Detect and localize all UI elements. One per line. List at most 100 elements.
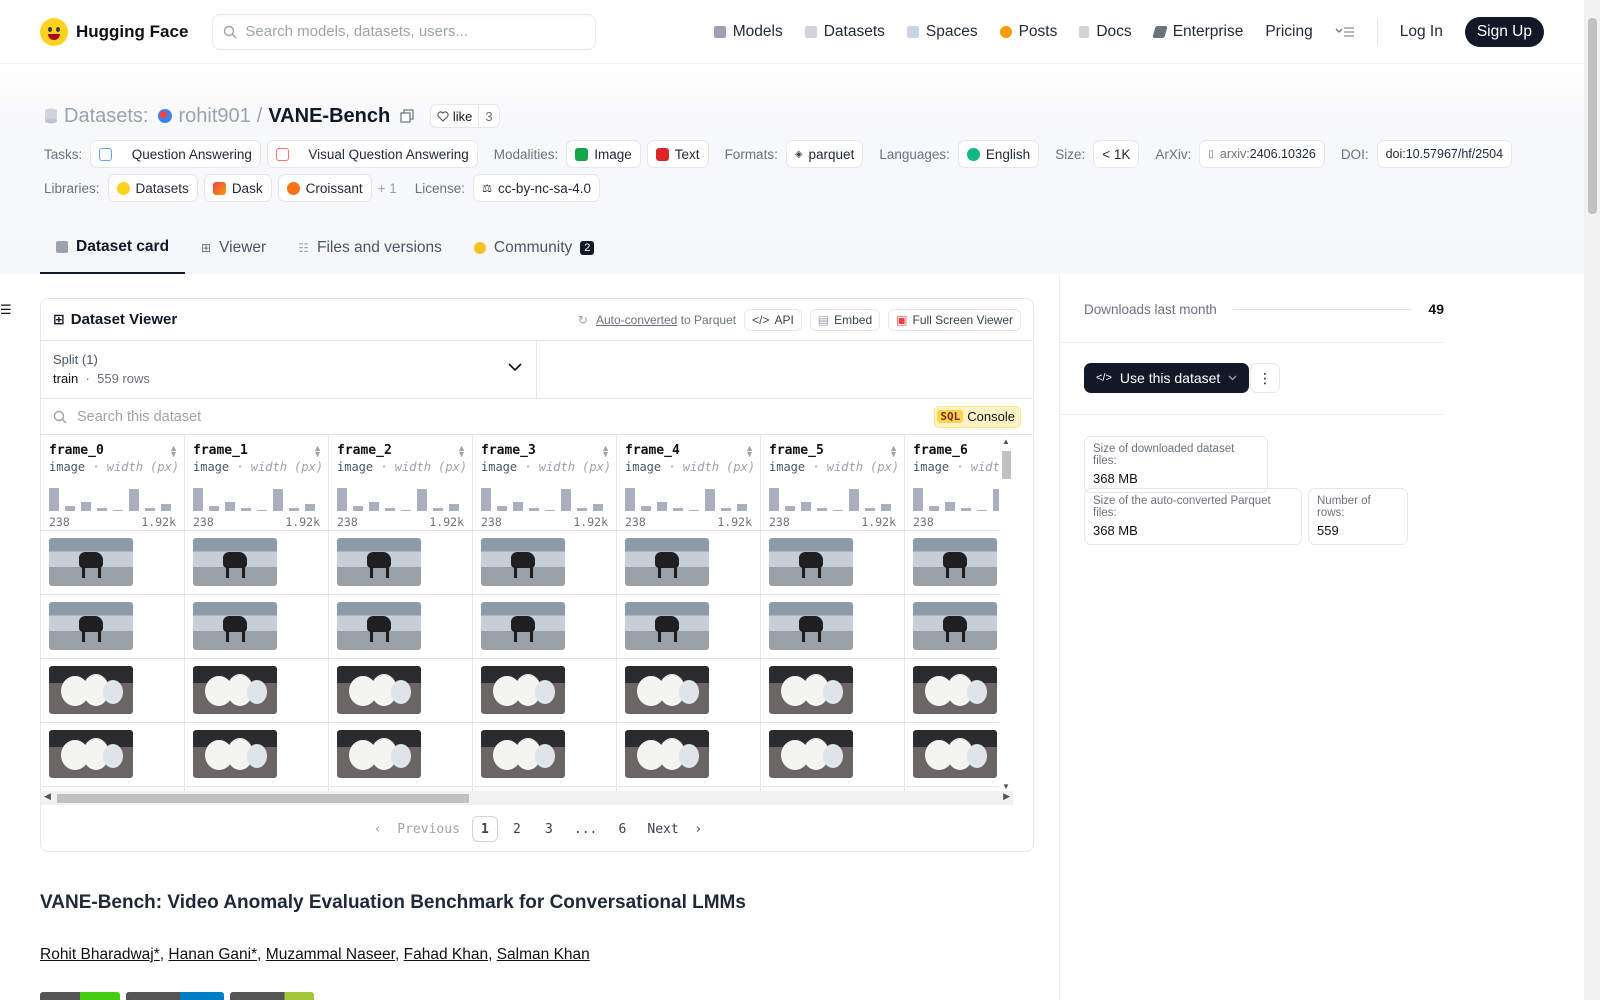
frame-thumbnail[interactable]: [49, 602, 133, 650]
sort-icon[interactable]: ▲ ▼: [745, 444, 754, 459]
page-2-button[interactable]: 2: [504, 816, 530, 842]
global-search[interactable]: [212, 13, 597, 50]
histogram-bar[interactable]: [785, 506, 795, 511]
histogram-bar[interactable]: [625, 488, 635, 511]
histogram-bar[interactable]: [737, 504, 747, 511]
tag-parquet[interactable]: ◈ parquet: [785, 140, 864, 168]
tag-visual-question-answering[interactable]: Visual Question Answering: [266, 140, 478, 168]
column-header[interactable]: frame_1 image · width (px) ▲ ▼ 238 1.92k: [185, 435, 329, 531]
table-cell[interactable]: [473, 723, 617, 787]
histogram-bar[interactable]: [673, 508, 683, 511]
sort-icon[interactable]: ▲ ▼: [457, 444, 466, 459]
sort-icon[interactable]: ▲ ▼: [601, 444, 610, 459]
histogram-bar[interactable]: [529, 508, 539, 511]
tag-question-answering[interactable]: Question Answering: [90, 140, 261, 168]
previous-page-button[interactable]: ‹ Previous: [368, 816, 466, 842]
tag-arxiv[interactable]: ▯ arxiv: 2406.10326: [1199, 140, 1325, 168]
author-link[interactable]: Salman Khan: [497, 946, 590, 963]
histogram-bar[interactable]: [689, 510, 699, 511]
table-cell[interactable]: [473, 659, 617, 723]
frame-thumbnail[interactable]: [193, 602, 277, 650]
table-cell[interactable]: [329, 531, 473, 595]
frame-thumbnail[interactable]: [625, 730, 709, 778]
frame-thumbnail[interactable]: [481, 602, 565, 650]
histogram-bar[interactable]: [721, 508, 731, 511]
frame-thumbnail[interactable]: [769, 730, 853, 778]
table-cell[interactable]: [761, 531, 905, 595]
histogram-bar[interactable]: [97, 508, 107, 511]
tag-croissant[interactable]: Croissant: [277, 174, 372, 202]
horizontal-scroll-thumb[interactable]: [57, 794, 469, 803]
github-badge[interactable]: [126, 992, 224, 1000]
global-search-input[interactable]: [245, 23, 566, 40]
use-this-dataset-button[interactable]: </> Use this dataset: [1084, 363, 1250, 393]
more-options-button[interactable]: ⋮: [1250, 363, 1280, 393]
table-cell[interactable]: [761, 659, 905, 723]
histogram-bar[interactable]: [161, 504, 171, 511]
nav-enterprise[interactable]: Enterprise: [1152, 23, 1243, 41]
histogram-bar[interactable]: [945, 502, 955, 511]
nav-models[interactable]: Models: [713, 23, 783, 41]
author-link[interactable]: Fahad Khan: [404, 946, 488, 963]
tag-license[interactable]: ⚖ cc-by-nc-sa-4.0: [473, 174, 600, 202]
histogram-bar[interactable]: [961, 508, 971, 511]
histogram-bar[interactable]: [833, 510, 843, 511]
table-cell[interactable]: [761, 595, 905, 659]
nav-docs[interactable]: Docs: [1079, 23, 1132, 41]
histogram-bar[interactable]: [193, 488, 203, 511]
histogram-bar[interactable]: [129, 489, 139, 511]
histogram-bar[interactable]: [241, 508, 251, 511]
histogram-bar[interactable]: [929, 506, 939, 511]
frame-thumbnail[interactable]: [193, 538, 277, 586]
table-cell[interactable]: [185, 595, 329, 659]
brand-link[interactable]: Hugging Face: [40, 17, 188, 46]
table-cell[interactable]: [41, 659, 185, 723]
column-header[interactable]: frame_2 image · width (px) ▲ ▼ 238 1.92k: [329, 435, 473, 531]
frame-thumbnail[interactable]: [337, 602, 421, 650]
embed-button[interactable]: ▤ Embed: [809, 308, 881, 331]
nav-posts[interactable]: Posts: [999, 23, 1057, 41]
table-cell[interactable]: [905, 659, 999, 723]
histogram-bar[interactable]: [209, 506, 219, 511]
table-cell[interactable]: [329, 723, 473, 787]
frame-thumbnail[interactable]: [625, 602, 709, 650]
frame-thumbnail[interactable]: [769, 666, 853, 714]
column-header[interactable]: frame_5 image · width (px) ▲ ▼ 238 1.92k: [761, 435, 905, 531]
histogram-bar[interactable]: [433, 508, 443, 511]
table-cell[interactable]: [41, 723, 185, 787]
histogram-bar[interactable]: [417, 489, 427, 511]
toc-toggle-icon[interactable]: ☰: [0, 302, 12, 318]
scroll-right-arrow-icon[interactable]: ▶: [1003, 791, 1010, 802]
table-cell[interactable]: [41, 595, 185, 659]
histogram-bar[interactable]: [513, 502, 523, 511]
frame-thumbnail[interactable]: [481, 730, 565, 778]
frame-thumbnail[interactable]: [193, 730, 277, 778]
sort-icon[interactable]: ▲ ▼: [313, 444, 322, 459]
histogram-bar[interactable]: [593, 504, 603, 511]
histogram-bar[interactable]: [305, 504, 315, 511]
sort-icon[interactable]: ▲ ▼: [169, 444, 178, 459]
frame-thumbnail[interactable]: [481, 666, 565, 714]
histogram-bar[interactable]: [257, 510, 267, 511]
frame-thumbnail[interactable]: [49, 730, 133, 778]
page-3-button[interactable]: 3: [536, 816, 562, 842]
frame-thumbnail[interactable]: [769, 538, 853, 586]
table-cell[interactable]: [329, 659, 473, 723]
author-link[interactable]: Muzammal Naseer: [266, 946, 395, 963]
signup-button[interactable]: Sign Up: [1464, 16, 1544, 47]
auto-converted-link[interactable]: Auto-converted to Parquet: [596, 313, 736, 327]
histogram-bar[interactable]: [49, 488, 59, 511]
nav-pricing[interactable]: Pricing: [1265, 23, 1312, 41]
tab-dataset-card[interactable]: Dataset card: [40, 222, 186, 274]
frame-thumbnail[interactable]: [769, 602, 853, 650]
table-cell[interactable]: [329, 595, 473, 659]
frame-thumbnail[interactable]: [625, 666, 709, 714]
table-cell[interactable]: [473, 531, 617, 595]
frame-thumbnail[interactable]: [337, 666, 421, 714]
repo-name-link[interactable]: VANE-Bench: [268, 105, 390, 128]
histogram-bar[interactable]: [385, 508, 395, 511]
histogram-bar[interactable]: [577, 508, 587, 511]
login-link[interactable]: Log In: [1400, 23, 1443, 41]
table-cell[interactable]: [617, 595, 761, 659]
histogram-bar[interactable]: [641, 506, 651, 511]
